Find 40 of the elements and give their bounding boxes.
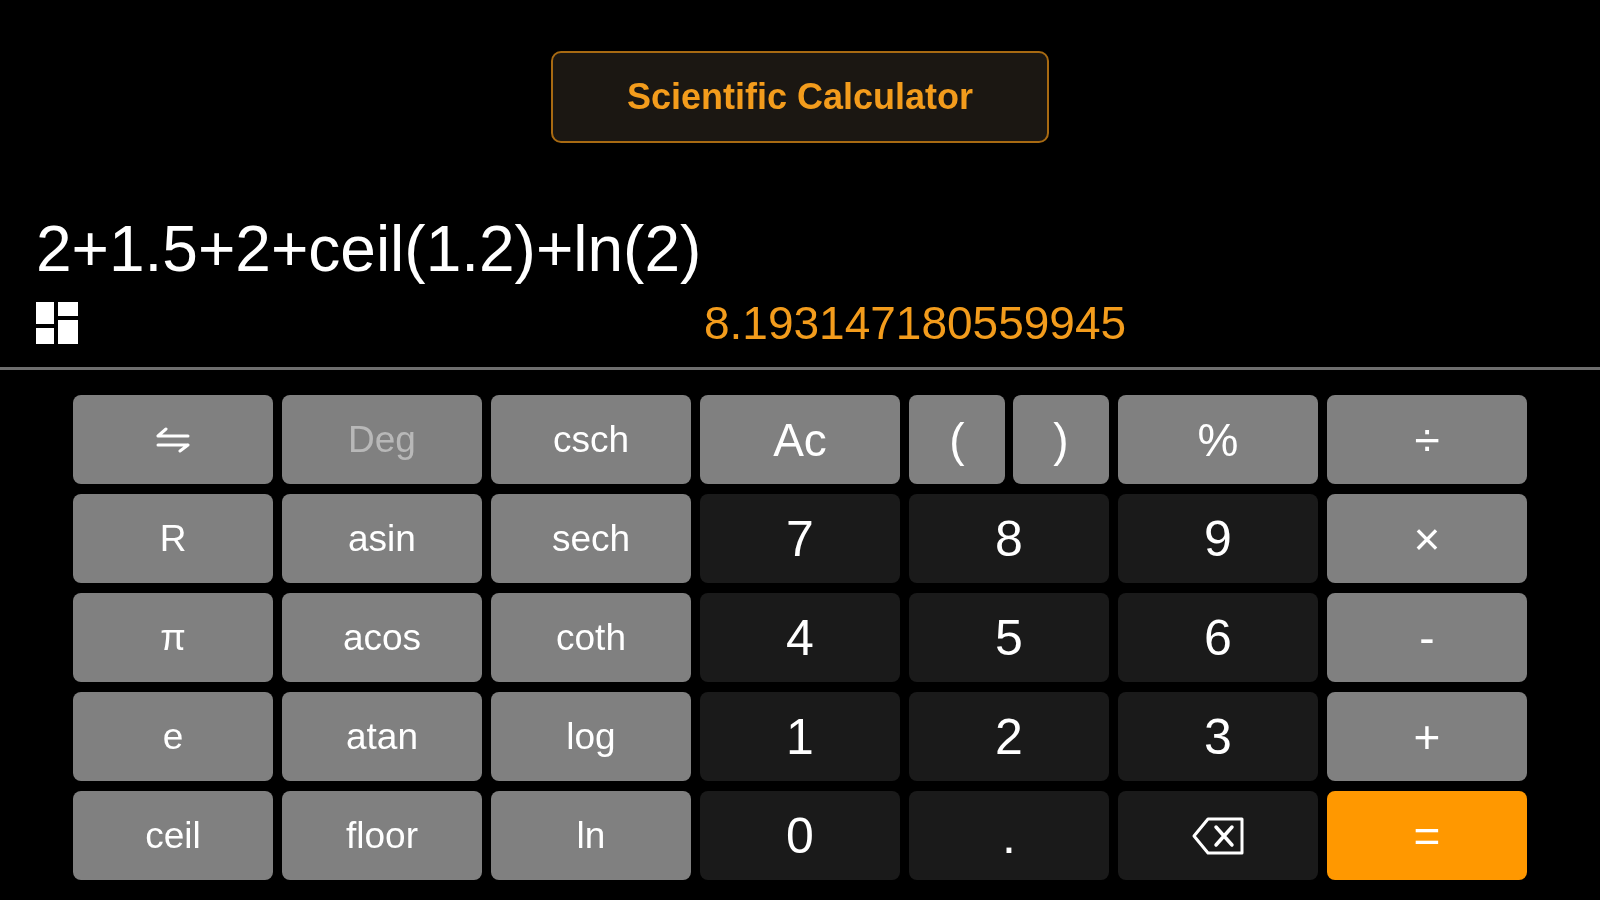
digit-key[interactable]: 7	[700, 494, 900, 583]
digit-key[interactable]: 2	[909, 692, 1109, 781]
function-key[interactable]: csch	[491, 395, 691, 484]
digit-key[interactable]: 4	[700, 593, 900, 682]
operator-key[interactable]: ÷	[1327, 395, 1527, 484]
digit-key[interactable]: .	[909, 791, 1109, 880]
digit-key[interactable]: 9	[1118, 494, 1318, 583]
function-key[interactable]: e	[73, 692, 273, 781]
digit-key[interactable]: 5	[909, 593, 1109, 682]
operator-key[interactable]: %	[1118, 395, 1318, 484]
function-key[interactable]: sech	[491, 494, 691, 583]
digit-key[interactable]: 0	[700, 791, 900, 880]
function-key[interactable]: π	[73, 593, 273, 682]
digit-key[interactable]: 3	[1118, 692, 1318, 781]
result-text: 8.193147180559945	[704, 297, 1127, 349]
operator-key[interactable]: -	[1327, 593, 1527, 682]
function-key[interactable]: coth	[491, 593, 691, 682]
function-key[interactable]: ceil	[73, 791, 273, 880]
operator-key[interactable]: ×	[1327, 494, 1527, 583]
function-key[interactable]: asin	[282, 494, 482, 583]
operator-key[interactable]: +	[1327, 692, 1527, 781]
backspace-icon	[1192, 816, 1244, 855]
function-key[interactable]: acos	[282, 593, 482, 682]
parenthesis-key[interactable]: (	[909, 395, 1005, 484]
digit-key[interactable]: 1	[700, 692, 900, 781]
parenthesis-key[interactable]: )	[1013, 395, 1109, 484]
app-title: Scientific Calculator	[551, 51, 1049, 143]
digit-key[interactable]: 6	[1118, 593, 1318, 682]
function-key[interactable]: ln	[491, 791, 691, 880]
digit-key[interactable]: 8	[909, 494, 1109, 583]
equals-key[interactable]: =	[1327, 791, 1527, 880]
grid-icon[interactable]	[36, 302, 78, 344]
function-key[interactable]: R	[73, 494, 273, 583]
function-key[interactable]: floor	[282, 791, 482, 880]
function-key[interactable]: log	[491, 692, 691, 781]
function-key[interactable]: atan	[282, 692, 482, 781]
backspace-button[interactable]	[1118, 791, 1318, 880]
swap-arrows-icon	[156, 426, 190, 453]
operator-key[interactable]: Ac	[700, 395, 900, 484]
expression-text: 2+1.5+2+ceil(1.2)+ln(2)	[36, 213, 702, 285]
